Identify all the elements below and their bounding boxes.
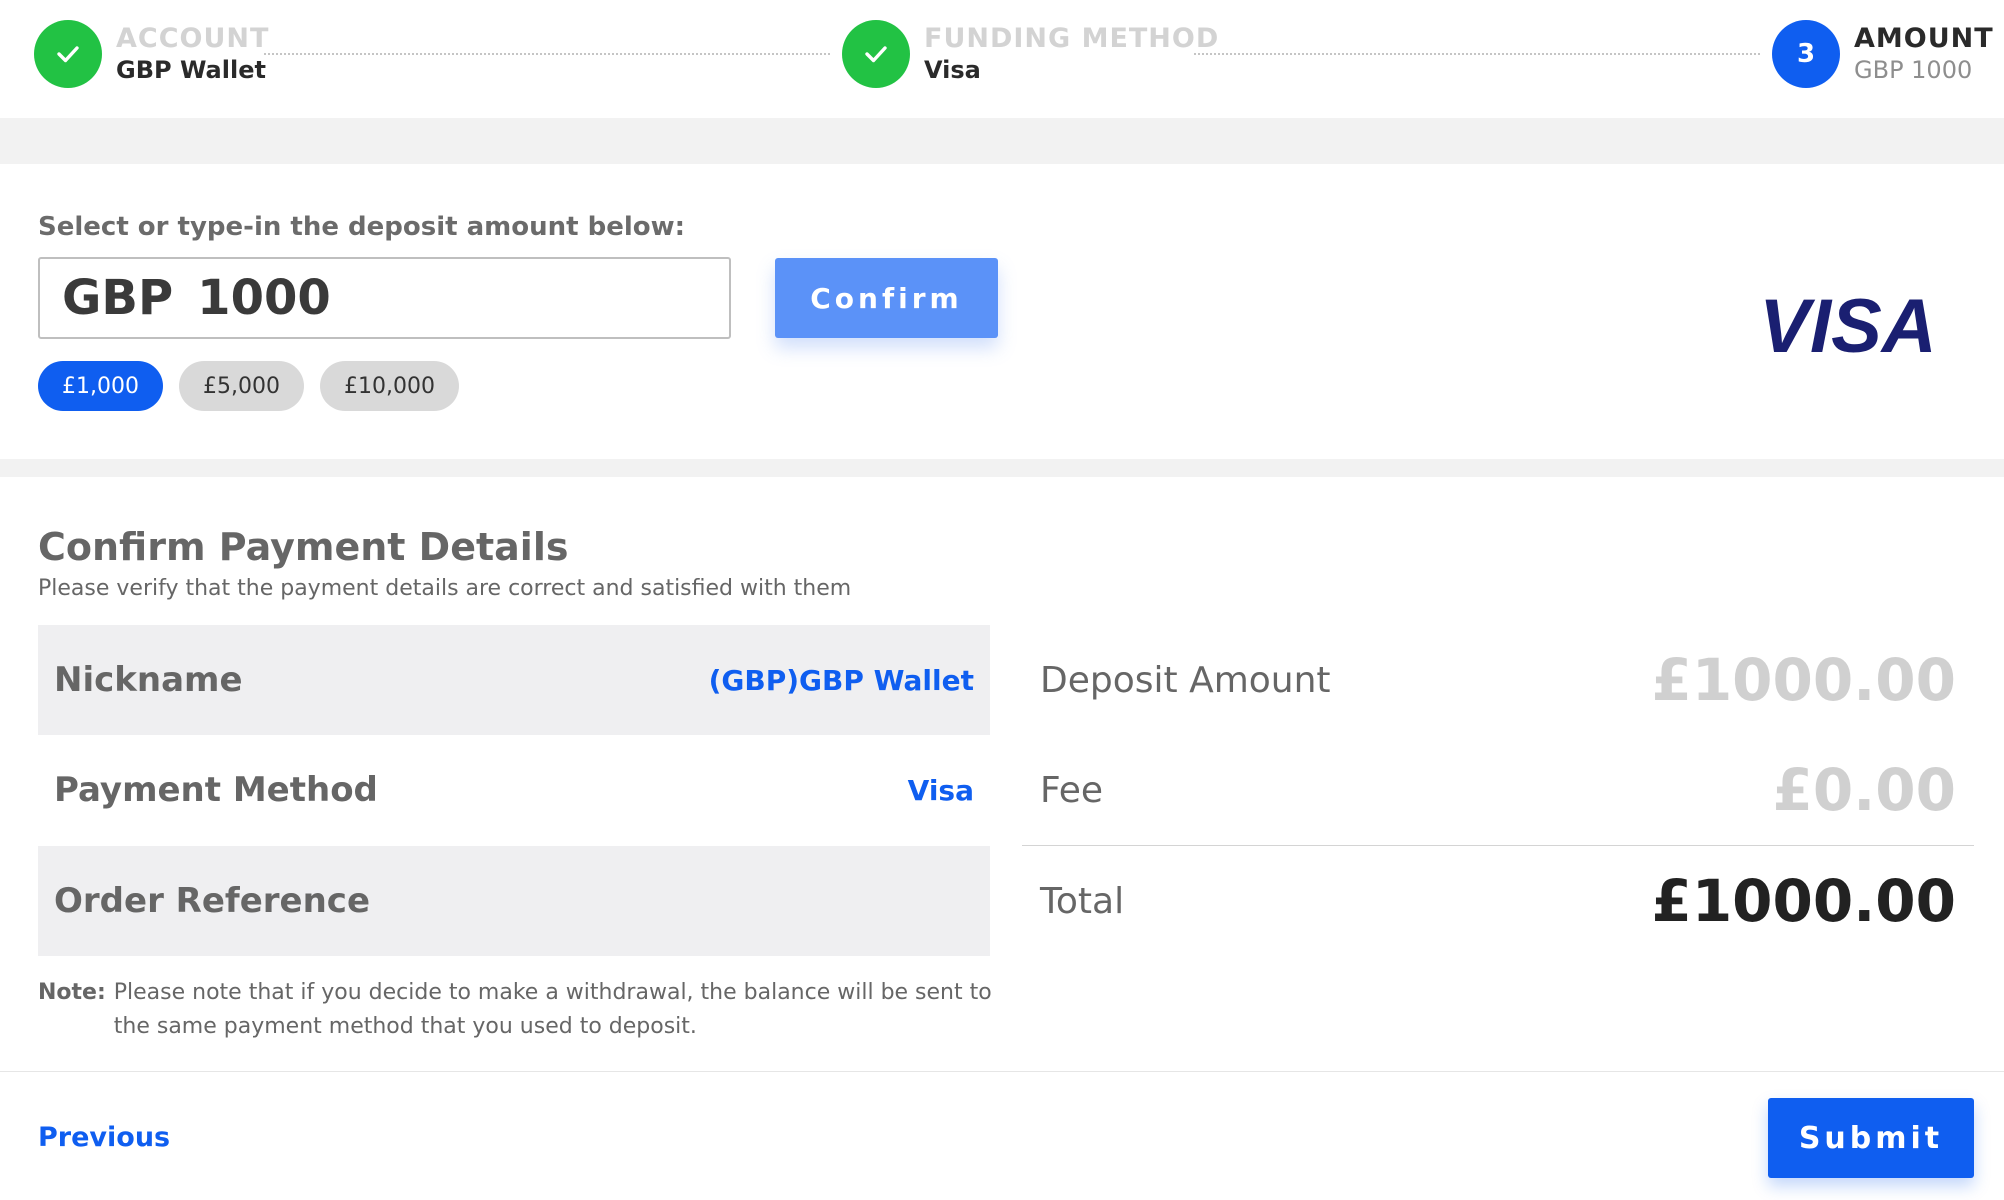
visa-logo: VISA	[1748, 282, 1948, 369]
amount-value: 1000	[197, 270, 331, 326]
currency-code: GBP	[62, 270, 174, 326]
preset-amounts: £1,000 £5,000 £10,000	[38, 361, 475, 411]
detail-row-nickname: Nickname (GBP)GBP Wallet	[38, 625, 990, 735]
preset-amount-chip[interactable]: £5,000	[178, 361, 304, 411]
step-amount[interactable]: 3 AMOUNT GBP 1000	[1772, 20, 1994, 88]
step-subtitle: Visa	[924, 55, 981, 84]
detail-value: (GBP)GBP Wallet	[708, 663, 974, 697]
summary-value: £1000.00	[1651, 867, 1956, 935]
summary-value: £1000.00	[1651, 646, 1956, 714]
summary-label: Deposit Amount	[1040, 659, 1331, 701]
withdrawal-note: Note: Please note that if you decide to …	[38, 976, 998, 1044]
step-subtitle: GBP Wallet	[116, 55, 266, 84]
summary-deposit-amount: Deposit Amount £1000.00	[1022, 625, 1974, 735]
section-subtitle: Please verify that the payment details a…	[38, 576, 852, 601]
preset-amount-chip[interactable]: £1,000	[38, 361, 163, 411]
footer-divider	[0, 1071, 2004, 1072]
previous-button[interactable]: Previous	[38, 1122, 170, 1153]
step-title: ACCOUNT	[116, 23, 270, 55]
summary-label: Total	[1040, 880, 1125, 922]
detail-row-payment-method: Payment Method Visa	[38, 735, 990, 845]
preset-amount-chip[interactable]: £10,000	[319, 361, 459, 411]
detail-row-order-reference: Order Reference	[38, 846, 990, 956]
detail-label: Order Reference	[54, 881, 371, 921]
svg-text:VISA: VISA	[1759, 284, 1936, 364]
detail-value: Visa	[907, 773, 974, 807]
section-title: Confirm Payment Details	[38, 525, 569, 569]
step-subtitle: GBP 1000	[1854, 55, 1973, 84]
step-connector	[264, 53, 830, 55]
amount-input[interactable]: GBP 1000	[38, 257, 731, 339]
check-icon	[34, 20, 102, 88]
note-text: Please note that if you decide to make a…	[113, 980, 992, 1039]
summary-total: Total £1000.00	[1022, 846, 1974, 956]
step-account[interactable]: ACCOUNT GBP Wallet	[34, 20, 269, 88]
step-number-badge: 3	[1772, 20, 1840, 88]
step-connector	[1194, 53, 1760, 55]
progress-stepper: ACCOUNT GBP Wallet FUNDING METHOD Visa 3…	[0, 0, 2004, 118]
note-label: Note:	[38, 980, 106, 1005]
check-icon	[842, 20, 910, 88]
confirm-amount-button[interactable]: Confirm	[775, 258, 998, 338]
section-divider	[0, 118, 2004, 164]
detail-label: Payment Method	[54, 770, 378, 810]
amount-label: Select or type-in the deposit amount bel…	[38, 212, 686, 242]
step-title: AMOUNT	[1854, 23, 1994, 55]
step-funding-method[interactable]: FUNDING METHOD Visa	[842, 20, 1219, 88]
summary-fee: Fee £0.00	[1022, 735, 1974, 845]
submit-button[interactable]: Submit	[1768, 1098, 1974, 1178]
detail-label: Nickname	[54, 660, 243, 700]
step-title: FUNDING METHOD	[924, 23, 1220, 55]
summary-value: £0.00	[1772, 756, 1956, 824]
summary-label: Fee	[1040, 769, 1104, 811]
section-divider	[0, 459, 2004, 477]
